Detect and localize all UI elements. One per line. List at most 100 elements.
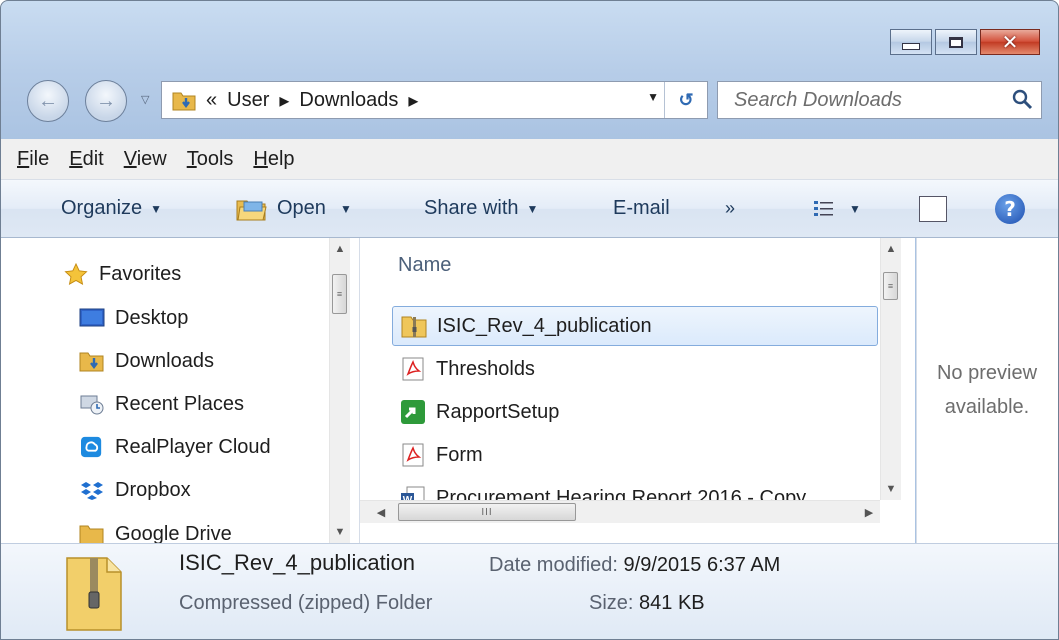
recent-places-icon (80, 395, 104, 415)
scroll-left-icon[interactable]: ◀ (370, 501, 392, 523)
file-list-vertical-scrollbar[interactable]: ▲ ≡ ▼ (880, 238, 901, 500)
scroll-down-icon[interactable]: ▼ (330, 521, 350, 543)
file-list-hscroll-thumb[interactable]: III (398, 503, 576, 521)
chevron-down-icon: ▼ (849, 201, 861, 216)
organize-label: Organize (61, 197, 143, 219)
details-date-modified: Date modified: 9/9/2015 6:37 AM (489, 554, 780, 577)
breadcrumb-user[interactable]: User (227, 89, 269, 112)
date-modified-value: 9/9/2015 6:37 AM (623, 554, 781, 576)
details-size: Size: 841 KB (589, 592, 705, 615)
scroll-right-icon[interactable]: ▶ (858, 501, 880, 523)
downloads-folder-icon (172, 92, 196, 111)
file-name: Thresholds (436, 357, 535, 380)
menu-help[interactable]: Help (253, 148, 294, 171)
change-view-button[interactable]: ▼ (813, 180, 861, 237)
email-label: E-mail (613, 197, 670, 219)
installer-icon (401, 400, 425, 424)
open-button[interactable]: Open ▼ (235, 180, 352, 237)
address-bar[interactable]: « User ▸ Downloads ▸ ▼ ↺ (161, 81, 708, 119)
realplayer-icon (81, 436, 102, 458)
nav-item-label: Downloads (115, 349, 214, 372)
file-row[interactable]: Thresholds (392, 349, 878, 389)
nav-item-label: RealPlayer Cloud (115, 435, 271, 458)
column-header-name[interactable]: Name (398, 254, 451, 277)
back-button[interactable]: ← (27, 80, 69, 122)
nav-item-desktop[interactable]: Desktop (79, 298, 188, 338)
menu-tools[interactable]: Tools (187, 148, 234, 171)
file-list-horizontal-scrollbar[interactable]: ◀ III ▶ (360, 500, 880, 523)
zip-folder-icon (66, 557, 122, 631)
preview-pane: No preview available. (916, 238, 1058, 543)
nav-item-realplayer-cloud[interactable]: RealPlayer Cloud (79, 427, 271, 467)
share-with-label: Share with (424, 197, 519, 219)
star-icon (64, 263, 88, 285)
breadcrumb-downloads[interactable]: Downloads (299, 89, 398, 112)
breadcrumb-overflow[interactable]: « (206, 89, 217, 112)
desktop-icon (79, 308, 105, 327)
explorer-window: ✕ ← → ▽ « User ▸ Downloads ▸ ▼ ↺ Search … (0, 0, 1059, 640)
nav-item-downloads[interactable]: Downloads (79, 341, 214, 381)
search-input[interactable]: Search Downloads (717, 81, 1042, 119)
no-preview-message: No preview available. (936, 362, 1038, 418)
nav-item-label: Favorites (99, 262, 182, 285)
search-placeholder: Search Downloads (734, 88, 902, 111)
minimize-icon (902, 42, 920, 50)
recent-pages-dropdown[interactable]: ▽ (141, 93, 149, 106)
dropbox-icon (81, 482, 103, 500)
forward-button[interactable]: → (85, 80, 127, 122)
scroll-up-icon[interactable]: ▲ (881, 238, 901, 260)
help-button[interactable]: ? (995, 180, 1025, 237)
back-arrow-icon: ← (38, 89, 58, 112)
pdf-icon (402, 357, 424, 381)
chevron-down-icon: ▼ (526, 201, 539, 216)
caption-buttons: ✕ (887, 29, 1040, 55)
maximize-icon (949, 36, 963, 48)
navigation-pane[interactable]: Favorites Desktop Downloads Recent Place… (1, 238, 360, 543)
menu-view[interactable]: View (124, 148, 167, 171)
close-icon: ✕ (1001, 30, 1019, 54)
refresh-button[interactable]: ↺ (664, 82, 707, 118)
nav-pane-scroll-thumb[interactable]: ≡ (332, 274, 347, 314)
downloads-folder-icon (79, 352, 104, 372)
search-icon[interactable] (1011, 88, 1033, 110)
command-bar: Organize ▼ Open ▼ Share with ▼ E-mail » ▼ (1, 180, 1058, 238)
size-value: 841 KB (639, 592, 705, 614)
open-label: Open (277, 197, 326, 219)
nav-item-google-drive[interactable]: Google Drive (79, 514, 232, 543)
preview-pane-button[interactable] (919, 180, 947, 237)
maximize-button[interactable] (935, 29, 977, 55)
file-row[interactable]: Form (392, 435, 878, 475)
refresh-icon: ↺ (678, 89, 694, 110)
file-row[interactable]: RapportSetup (392, 392, 878, 432)
email-button[interactable]: E-mail (613, 180, 670, 237)
chevron-down-icon: ▼ (150, 201, 163, 216)
nav-item-favorites[interactable]: Favorites (63, 254, 181, 294)
breadcrumb-separator-icon[interactable]: ▸ (279, 88, 289, 113)
forward-arrow-icon: → (96, 89, 116, 112)
minimize-button[interactable] (890, 29, 932, 55)
share-with-button[interactable]: Share with ▼ (424, 180, 538, 237)
scroll-down-icon[interactable]: ▼ (881, 478, 901, 500)
close-button[interactable]: ✕ (980, 29, 1040, 55)
nav-pane-scrollbar[interactable]: ▲ ≡ ▼ (329, 238, 350, 543)
pdf-icon (402, 443, 424, 467)
more-commands-button[interactable]: » (725, 180, 735, 237)
file-name: ISIC_Rev_4_publication (437, 314, 652, 337)
nav-item-recent-places[interactable]: Recent Places (79, 384, 244, 424)
nav-item-dropbox[interactable]: Dropbox (79, 470, 191, 510)
menu-bar: File Edit View Tools Help (1, 139, 1058, 180)
address-dropdown-icon[interactable]: ▼ (647, 90, 659, 104)
file-list-pane[interactable]: Name ISIC_Rev_4_publication Thresholds R… (360, 238, 915, 543)
preview-pane-icon (919, 195, 947, 222)
breadcrumb-separator-icon[interactable]: ▸ (408, 88, 418, 113)
menu-edit[interactable]: Edit (69, 148, 103, 171)
menu-file[interactable]: File (17, 148, 49, 171)
details-file-name: ISIC_Rev_4_publication (179, 550, 416, 575)
file-list-scroll-thumb[interactable]: ≡ (883, 272, 898, 300)
file-row[interactable]: ISIC_Rev_4_publication (392, 306, 878, 346)
more-commands-icon: » (725, 198, 736, 218)
date-modified-label: Date modified: (489, 554, 618, 576)
scroll-up-icon[interactable]: ▲ (330, 238, 350, 260)
size-label: Size: (589, 592, 634, 614)
organize-button[interactable]: Organize ▼ (61, 180, 162, 237)
